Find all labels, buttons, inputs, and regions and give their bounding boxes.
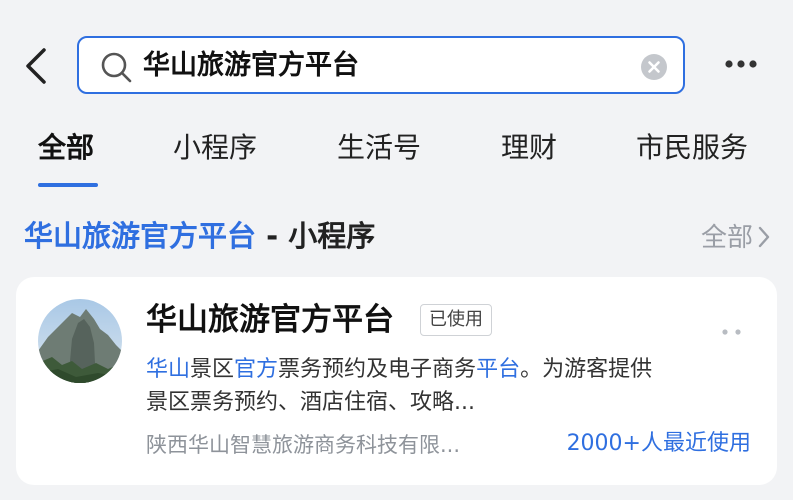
keyword-highlight: 平台 bbox=[476, 357, 521, 382]
description-line-1: 华山景区官方票务预约及电子商务平台。为游客提供 bbox=[146, 353, 746, 386]
used-badge: 已使用 bbox=[420, 304, 492, 336]
description-text: 。为游客提供 bbox=[520, 357, 653, 382]
description-text: 票务预约及电子商务 bbox=[278, 357, 477, 382]
tab-all[interactable]: 全部 bbox=[38, 128, 94, 168]
result-tabs: 全部 小程序 生活号 理财 市民服务 bbox=[0, 122, 793, 192]
clear-icon bbox=[648, 61, 660, 73]
mini-program-name: 华山旅游官方平台 bbox=[146, 302, 394, 338]
more-icon bbox=[722, 329, 741, 335]
description-text: 景区 bbox=[190, 357, 235, 382]
see-all-label: 全部 bbox=[700, 223, 753, 253]
card-more-button[interactable] bbox=[721, 321, 743, 335]
more-options-button[interactable] bbox=[722, 52, 760, 76]
top-bar: 华山旅游官方平台 bbox=[0, 0, 793, 110]
mini-program-description: 华山景区官方票务预约及电子商务平台。为游客提供 景区票务预约、酒店住宿、攻略..… bbox=[146, 353, 746, 419]
tab-citizen-services[interactable]: 市民服务 bbox=[636, 128, 748, 168]
company-name: 陕西华山智慧旅游商务科技有限... bbox=[146, 433, 461, 457]
section-title: 华山旅游官方平台 - 小程序 bbox=[24, 214, 375, 258]
mountain-logo-image bbox=[38, 299, 122, 383]
keyword-highlight: 华山 bbox=[146, 357, 191, 382]
description-line-2: 景区票务预约、酒店住宿、攻略... bbox=[146, 390, 475, 415]
mini-program-avatar bbox=[38, 299, 122, 383]
tab-mini-programs[interactable]: 小程序 bbox=[173, 128, 257, 168]
see-all-link[interactable]: 全部 bbox=[701, 218, 771, 258]
search-input[interactable]: 华山旅游官方平台 bbox=[77, 36, 685, 94]
clear-search-button[interactable] bbox=[641, 54, 667, 80]
keyword-highlight: 官方 bbox=[234, 357, 279, 382]
section-title-keyword: 华山旅游官方平台 bbox=[24, 219, 257, 253]
mini-program-result-card[interactable]: 华山旅游官方平台 已使用 华山景区官方票务预约及电子商务平台。为游客提供 景区票… bbox=[16, 277, 777, 485]
back-chevron-icon bbox=[26, 48, 46, 84]
more-icon bbox=[725, 60, 757, 68]
active-tab-indicator bbox=[38, 183, 98, 187]
section-title-suffix: - 小程序 bbox=[256, 219, 376, 253]
search-icon bbox=[101, 52, 132, 83]
back-button[interactable] bbox=[20, 44, 56, 88]
tab-finance[interactable]: 理财 bbox=[501, 128, 557, 168]
chevron-right-icon bbox=[758, 226, 770, 248]
usage-count: 2000+人最近使用 bbox=[566, 431, 751, 456]
tab-life-accounts[interactable]: 生活号 bbox=[337, 128, 421, 168]
search-query-text: 华山旅游官方平台 bbox=[143, 50, 359, 81]
